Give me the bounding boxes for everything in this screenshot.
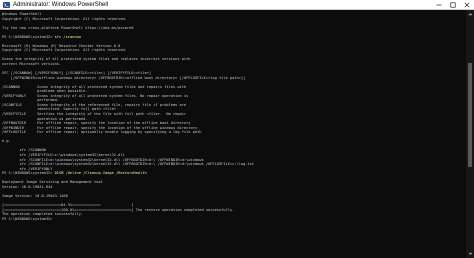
- scroll-down-button[interactable]: [466, 250, 474, 258]
- chevron-down-icon: [468, 252, 472, 255]
- powershell-window: Administrator: Windows PowerShell Window…: [0, 0, 474, 258]
- command-text: sfc /scannow: [54, 34, 81, 39]
- window-title: Administrator: Windows PowerShell: [13, 1, 109, 8]
- minimize-icon: [436, 4, 442, 5]
- maximize-button[interactable]: [446, 0, 460, 10]
- console-output[interactable]: Windows PowerShell Copyright (C) Microsof…: [0, 10, 466, 258]
- console-line: PS C:\WINDOWS\system32>: [2, 216, 53, 221]
- window-controls: [432, 0, 474, 10]
- chevron-up-icon: [468, 13, 472, 16]
- minimize-button[interactable]: [432, 0, 446, 10]
- close-button[interactable]: [460, 0, 474, 10]
- prompt-text: PS C:\WINDOWS\system32>: [2, 34, 55, 39]
- title-bar[interactable]: Administrator: Windows PowerShell: [0, 0, 474, 10]
- scroll-thumb[interactable]: [468, 62, 472, 168]
- powershell-icon[interactable]: [3, 1, 10, 8]
- command-text: DISM /Online /Cleanup-Image /RestoreHeal…: [54, 171, 147, 176]
- prompt-text: PS C:\WINDOWS\system32>: [2, 171, 55, 176]
- vertical-scrollbar[interactable]: [466, 10, 474, 258]
- maximize-icon: [450, 2, 456, 8]
- close-icon: [464, 2, 470, 7]
- scroll-up-button[interactable]: [466, 10, 474, 18]
